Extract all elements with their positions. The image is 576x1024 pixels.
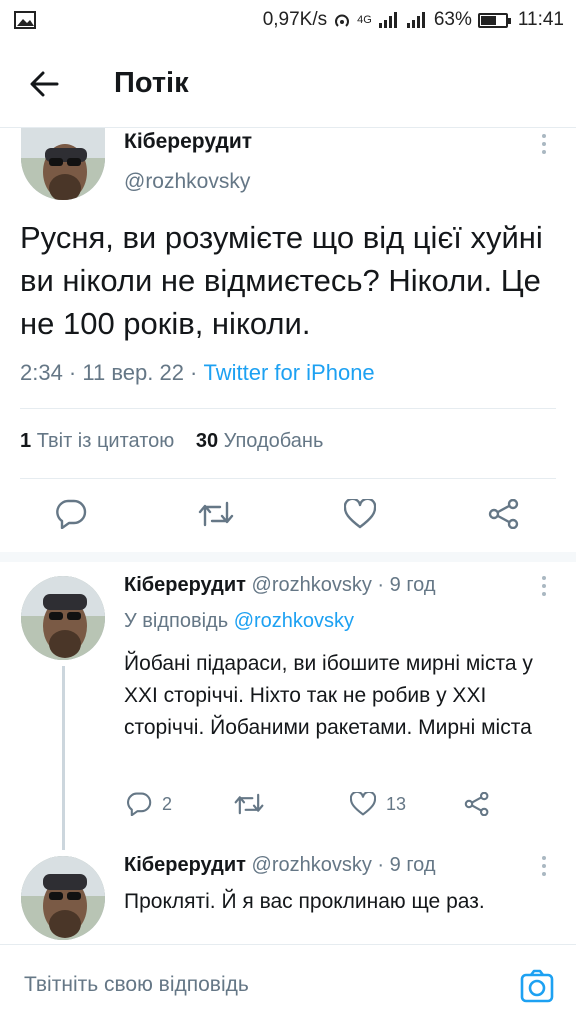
reply-input[interactable]: Твітніть свою відповідь: [24, 973, 249, 997]
retweet-icon: [198, 501, 234, 527]
likes-stat[interactable]: 30 Уподобань: [196, 430, 324, 452]
back-button[interactable]: [24, 64, 64, 104]
reply-button[interactable]: [53, 496, 89, 532]
section-separator: [0, 552, 576, 562]
retweet-icon: [234, 793, 264, 815]
tweet-timestamp: 2:34 · 11 вер. 22 ·: [20, 360, 204, 385]
avatar[interactable]: [21, 576, 105, 660]
reply-header: Кіберерудит @rozhkovsky · 9 год: [124, 574, 436, 597]
like-count: 13: [386, 793, 407, 814]
likes-label: Уподобань: [223, 430, 324, 452]
share-button[interactable]: [486, 496, 522, 532]
heart-icon: [350, 792, 376, 816]
tweet-source-link[interactable]: Twitter for iPhone: [203, 360, 374, 385]
reply-actions: 2 13: [124, 792, 564, 820]
share-button[interactable]: [464, 792, 490, 816]
share-icon: [488, 499, 519, 529]
heart-icon: [344, 499, 376, 529]
reply-to-line: У відповідь @rozhkovsky: [124, 610, 354, 633]
author-name[interactable]: Кіберерудит: [124, 574, 246, 596]
divider: [20, 408, 556, 409]
reply-button[interactable]: 2: [126, 792, 172, 816]
retweet-button[interactable]: [234, 792, 274, 816]
avatar[interactable]: [21, 856, 105, 940]
network-speed: 0,97K/s: [262, 9, 328, 30]
reply-to-label: У відповідь: [124, 610, 229, 632]
likes-count: 30: [195, 430, 219, 452]
battery-fill: [480, 15, 496, 25]
tweet-text: Русня, ви розумієте що від цієї хуйні ви…: [20, 220, 543, 341]
status-bar: 0,97K/s 4G 63% 11:41: [0, 0, 576, 40]
like-button[interactable]: [342, 496, 378, 532]
reply-icon: [56, 499, 87, 529]
reply-text: Йобані підараси, ви ібошите мирні міста …: [124, 652, 533, 739]
tweet-actions: [0, 496, 576, 540]
author-name[interactable]: Кіберерудит: [124, 854, 246, 876]
reply-icon: [127, 792, 152, 816]
reply-header: Кіберерудит @rozhkovsky · 9 год: [124, 854, 436, 877]
top-app-bar: Потік: [0, 40, 576, 128]
more-options-icon[interactable]: [536, 576, 552, 596]
camera-button[interactable]: [520, 969, 554, 1003]
reply-time: · 9 год: [377, 854, 436, 876]
divider: [20, 478, 556, 479]
quotes-label: Твіт із цитатою: [36, 430, 175, 452]
page-title: Потік: [114, 67, 189, 99]
reply-to-handle[interactable]: @rozhkovsky: [234, 610, 354, 632]
gallery-icon: [14, 11, 36, 29]
author-handle[interactable]: @rozhkovsky: [124, 170, 250, 194]
reply-time: · 9 год: [377, 574, 436, 596]
more-options-icon[interactable]: [536, 856, 552, 876]
camera-icon: [520, 969, 554, 1003]
network-type: 4G: [357, 14, 372, 26]
thread-line: [62, 666, 65, 850]
compose-reply-bar[interactable]: Твітніть свою відповідь: [0, 944, 576, 1024]
signal-icon: [378, 12, 397, 28]
quotes-count: 1: [20, 430, 32, 452]
like-button[interactable]: 13: [350, 792, 406, 816]
hotspot-icon: [335, 14, 350, 27]
reply-text: Прокляті. Й я вас проклинаю ще раз.: [124, 890, 485, 913]
author-handle[interactable]: @rozhkovsky: [252, 574, 372, 596]
retweet-button[interactable]: [198, 496, 234, 532]
author-handle[interactable]: @rozhkovsky: [252, 854, 372, 876]
battery-icon: [477, 12, 511, 28]
battery-percent: 63%: [433, 9, 472, 30]
arrow-left-icon: [30, 71, 59, 96]
more-options-icon[interactable]: [536, 134, 552, 154]
share-icon: [464, 792, 489, 816]
avatar[interactable]: [21, 128, 105, 200]
signal-icon-2: [406, 12, 425, 28]
tweet-meta: 2:34 · 11 вер. 22 · Twitter for iPhone: [20, 360, 375, 386]
author-name[interactable]: Кіберерудит: [124, 130, 252, 154]
quote-tweets-stat[interactable]: 1 Твіт із цитатою: [20, 430, 174, 452]
tweet-stats: 1 Твіт із цитатою 30 Уподобань: [20, 430, 323, 453]
reply-count: 2: [162, 793, 173, 814]
clock: 11:41: [517, 9, 564, 30]
